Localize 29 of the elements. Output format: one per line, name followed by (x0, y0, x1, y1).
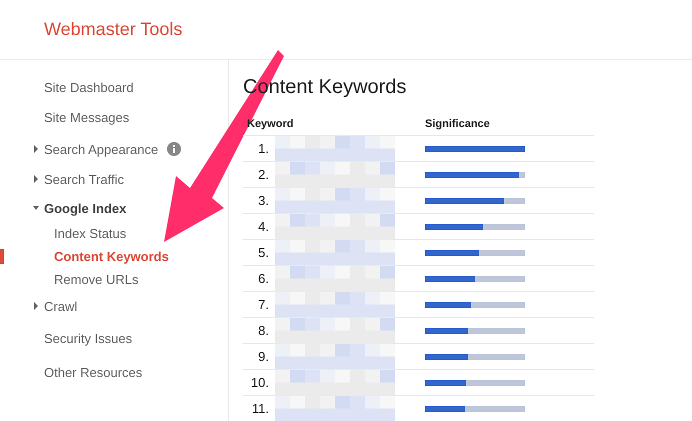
caret-icon (33, 145, 39, 153)
sidebar-subitem[interactable]: Remove URLs (54, 272, 139, 287)
info-icon[interactable] (167, 142, 182, 156)
app-title: Webmaster Tools (44, 19, 182, 40)
rank-number: 11. (250, 401, 269, 416)
rank-number: 9. (257, 349, 269, 364)
rank-number: 4. (257, 219, 269, 234)
rank-number: 7. (257, 297, 269, 312)
rank-number: 2. (257, 167, 269, 182)
rank-number: 5. (257, 245, 269, 260)
sidebar-item[interactable]: Search Appearance (44, 142, 158, 156)
rank-number: 1. (257, 141, 269, 156)
caret-icon (33, 302, 39, 310)
sidebar-item[interactable]: Site Dashboard (44, 80, 134, 94)
rank-number: 8. (257, 323, 269, 338)
sidebar-subitem[interactable]: Content Keywords (54, 249, 169, 264)
sidebar-item[interactable]: Google Index (44, 200, 126, 216)
sidebar-item[interactable]: Other Resources (44, 364, 142, 380)
column-header: Significance (424, 118, 491, 130)
rank-number: 10. (250, 375, 269, 390)
sidebar-item[interactable]: Search Traffic (44, 172, 124, 186)
sidebar-subitem[interactable]: Index Status (54, 226, 126, 241)
rank-number: 3. (257, 193, 269, 208)
caret-icon (33, 204, 39, 212)
sidebar-item[interactable]: Security Issues (44, 330, 132, 346)
sidebar-item[interactable]: Crawl (44, 298, 78, 314)
rank-number: 6. (257, 271, 269, 286)
sidebar-item[interactable]: Site Messages (44, 110, 130, 124)
caret-icon (33, 175, 39, 183)
